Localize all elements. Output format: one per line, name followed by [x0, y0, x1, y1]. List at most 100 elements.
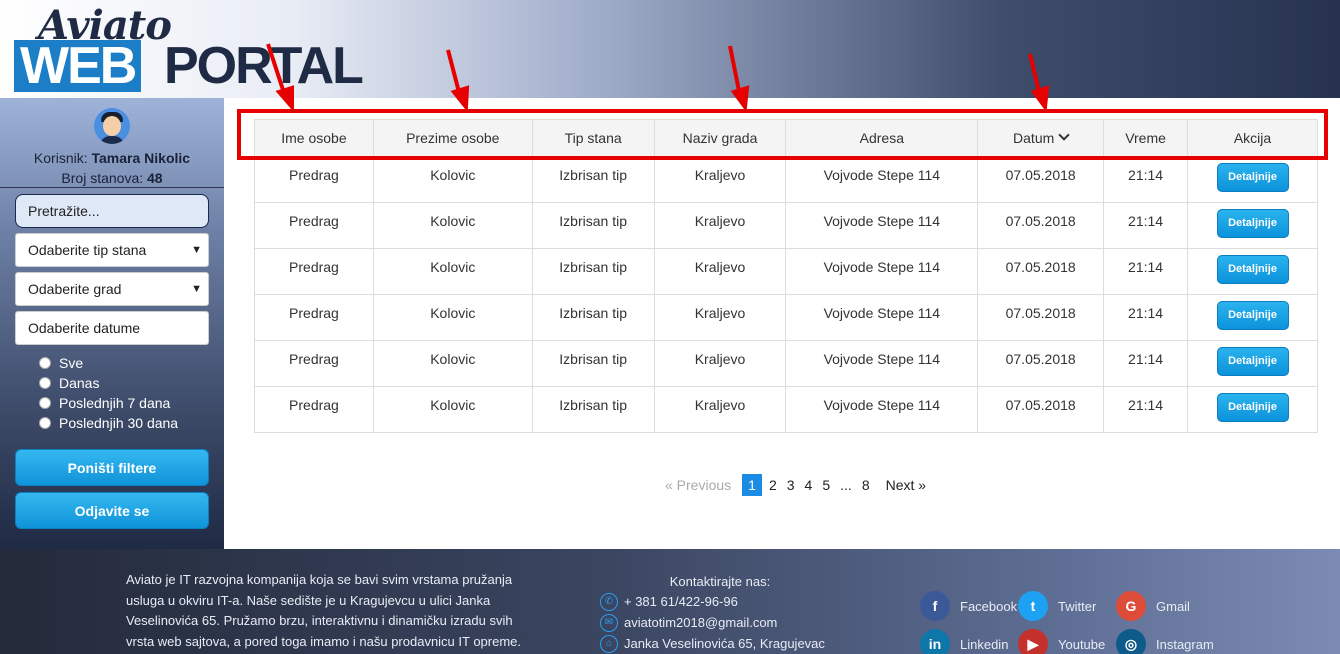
site-logo[interactable]: Aviato WEB PORTAL — [14, 2, 364, 94]
cell-time: 21:14 — [1103, 386, 1189, 433]
logo-web-text: WEB — [14, 40, 142, 92]
details-button[interactable]: Detaljnije — [1216, 393, 1289, 422]
radio-last-7-days[interactable]: Poslednjih 7 dana — [39, 393, 209, 413]
social-label: Instagram — [1156, 636, 1214, 652]
search-input[interactable]: Pretražite... — [15, 194, 209, 228]
email-text[interactable]: aviatotim2018@gmail.com — [624, 615, 777, 630]
period-radio-group: Sve Danas Poslednjih 7 dana Poslednjih 3… — [15, 353, 209, 433]
table-row: Predrag Kolovic Izbrisan tip Kraljevo Vo… — [254, 156, 1318, 203]
logout-button[interactable]: Odjavite se — [15, 492, 209, 529]
social-instagram[interactable]: ◎ Instagram — [1116, 629, 1214, 654]
cell-first-name: Predrag — [254, 386, 374, 433]
contact-address: ⌂ Janka Veselinovića 65, Kragujevac — [600, 633, 860, 654]
pagination-ellipsis: ... — [840, 477, 852, 493]
cell-apartment-type: Izbrisan tip — [531, 156, 655, 203]
pagination-page-3[interactable]: 3 — [782, 474, 800, 496]
cell-first-name: Predrag — [254, 340, 374, 387]
cell-apartment-type: Izbrisan tip — [531, 202, 655, 249]
reset-filters-button[interactable]: Poništi filtere — [15, 449, 209, 486]
radio-all[interactable]: Sve — [39, 353, 209, 373]
social-youtube[interactable]: ▶ Youtube — [1018, 629, 1116, 654]
social-label: Facebook — [960, 598, 1018, 614]
radio-circle-icon[interactable] — [39, 417, 51, 429]
details-button[interactable]: Detaljnije — [1216, 255, 1289, 284]
details-button[interactable]: Detaljnije — [1216, 163, 1289, 192]
cell-date: 07.05.2018 — [977, 248, 1105, 295]
pagination-previous[interactable]: « Previous — [660, 474, 736, 496]
city-select[interactable]: Odaberite grad ▼ — [15, 272, 209, 306]
count-label: Broj stanova: — [61, 170, 144, 186]
apartment-type-select[interactable]: Odaberite tip stana ▼ — [15, 233, 209, 267]
social-label: Twitter — [1058, 598, 1097, 614]
date-range-input[interactable]: Odaberite datume — [15, 311, 209, 345]
date-range-value: Odaberite datume — [28, 320, 141, 336]
cell-date: 07.05.2018 — [977, 294, 1105, 341]
cell-action: Detaljnije — [1187, 340, 1318, 387]
contact-title: Kontaktirajte nas: — [669, 574, 771, 589]
cell-city: Kraljevo — [653, 294, 787, 341]
youtube-icon: ▶ — [1018, 629, 1048, 654]
cell-city: Kraljevo — [653, 340, 787, 387]
cell-first-name: Predrag — [254, 156, 374, 203]
phone-text: + 381 61/422-96-96 — [624, 594, 738, 609]
cell-last-name: Kolovic — [372, 386, 533, 433]
social-twitter[interactable]: t Twitter — [1018, 591, 1116, 621]
social-gmail[interactable]: G Gmail — [1116, 591, 1214, 621]
main-content: Ime osobe Prezime osobe Tip stana Naziv … — [224, 98, 1340, 549]
pagination-page-5[interactable]: 5 — [817, 474, 835, 496]
gmail-icon: G — [1116, 591, 1146, 621]
cell-address: Vojvode Stepe 114 — [785, 340, 979, 387]
header: Aviato WEB PORTAL — [0, 0, 1340, 98]
filters-panel: Pretražite... Odaberite tip stana ▼ Odab… — [0, 194, 224, 529]
cell-time: 21:14 — [1103, 294, 1189, 341]
pagination-page-2[interactable]: 2 — [764, 474, 782, 496]
cell-address: Vojvode Stepe 114 — [785, 386, 979, 433]
apartments-table: Ime osobe Prezime osobe Tip stana Naziv … — [254, 119, 1318, 433]
contact-email: ✉ aviatotim2018@gmail.com — [600, 612, 860, 633]
twitter-icon: t — [1018, 591, 1048, 621]
table-row: Predrag Kolovic Izbrisan tip Kraljevo Vo… — [254, 202, 1318, 249]
table-row: Predrag Kolovic Izbrisan tip Kraljevo Vo… — [254, 340, 1318, 387]
cell-action: Detaljnije — [1187, 294, 1318, 341]
details-button[interactable]: Detaljnije — [1216, 347, 1289, 376]
cell-last-name: Kolovic — [372, 156, 533, 203]
radio-last-30-days[interactable]: Poslednjih 30 dana — [39, 413, 209, 433]
apartment-count-line: Broj stanova: 48 — [0, 168, 224, 188]
cell-date: 07.05.2018 — [977, 202, 1105, 249]
contact-block: Kontaktirajte nas: ✆ + 381 61/422-96-96 … — [600, 574, 860, 654]
social-label: Gmail — [1156, 598, 1190, 614]
cell-time: 21:14 — [1103, 202, 1189, 249]
cell-address: Vojvode Stepe 114 — [785, 156, 979, 203]
details-button[interactable]: Detaljnije — [1216, 209, 1289, 238]
cell-address: Vojvode Stepe 114 — [785, 248, 979, 295]
radio-label: Poslednjih 30 dana — [59, 415, 179, 431]
pagination-page-8[interactable]: 8 — [857, 474, 875, 496]
cell-date: 07.05.2018 — [977, 386, 1105, 433]
dropdown-arrow-icon: ▼ — [191, 244, 202, 256]
user-name: Tamara Nikolic — [91, 150, 191, 166]
details-button[interactable]: Detaljnije — [1216, 301, 1289, 330]
cell-apartment-type: Izbrisan tip — [531, 386, 655, 433]
pagination-page-1[interactable]: 1 — [742, 474, 762, 496]
radio-circle-icon[interactable] — [39, 357, 51, 369]
social-facebook[interactable]: f Facebook — [920, 591, 1018, 621]
cell-first-name: Predrag — [254, 248, 374, 295]
table-row: Predrag Kolovic Izbrisan tip Kraljevo Vo… — [254, 386, 1318, 433]
radio-circle-icon[interactable] — [39, 397, 51, 409]
cell-time: 21:14 — [1103, 156, 1189, 203]
pagination-page-4[interactable]: 4 — [800, 474, 818, 496]
cell-apartment-type: Izbrisan tip — [531, 294, 655, 341]
logo-portal-text: PORTAL — [164, 37, 364, 95]
pagination-next[interactable]: Next » — [881, 474, 931, 496]
cell-last-name: Kolovic — [372, 294, 533, 341]
cell-city: Kraljevo — [653, 156, 787, 203]
radio-today[interactable]: Danas — [39, 373, 209, 393]
avatar — [94, 108, 130, 144]
social-linkedin[interactable]: in Linkedin — [920, 629, 1018, 654]
radio-label: Danas — [59, 375, 100, 391]
apartment-type-value: Odaberite tip stana — [28, 242, 147, 258]
social-links: f Facebook t Twitter G Gmail in Linkedin… — [920, 587, 1250, 654]
table-row: Predrag Kolovic Izbrisan tip Kraljevo Vo… — [254, 248, 1318, 295]
radio-circle-icon[interactable] — [39, 377, 51, 389]
radio-label: Sve — [59, 355, 84, 371]
